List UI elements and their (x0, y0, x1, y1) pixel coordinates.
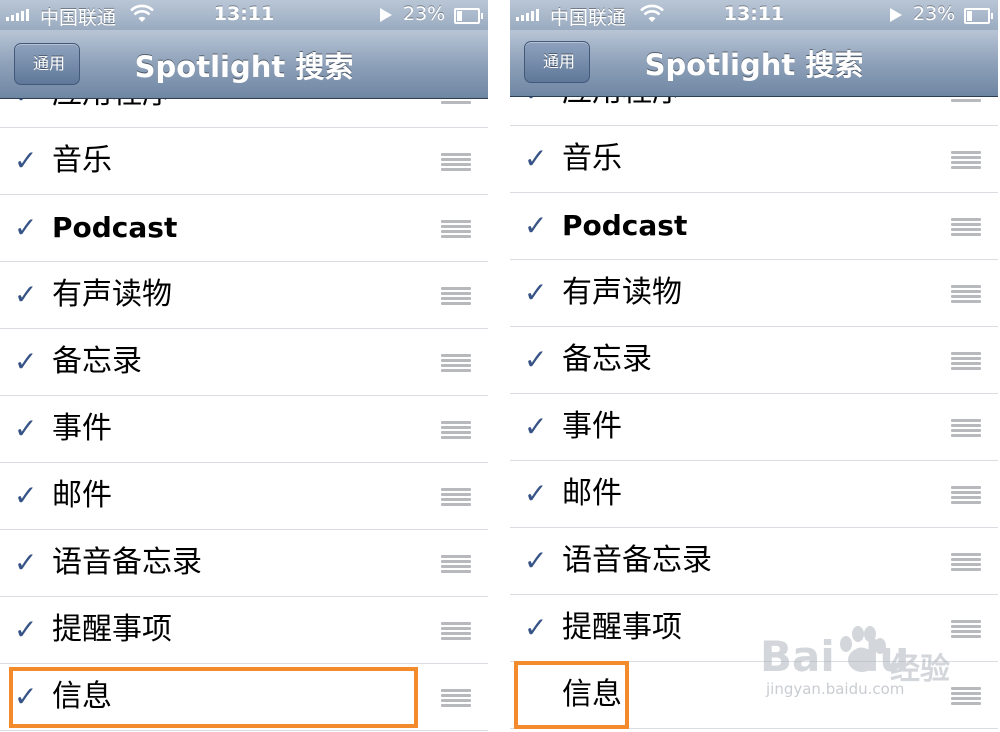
checkmark-icon: ✓ (524, 611, 548, 644)
left-phone-screen: ✓应用程序✓音乐✓Podcast✓有声读物✓备忘录✓事件✓邮件✓语音备忘录✓提醒… (0, 0, 488, 732)
list-item[interactable]: ✓ 有声读物 (510, 260, 998, 327)
baidu-watermark: Bai du 经验 jingyan.baidu.com (760, 622, 960, 712)
checkmark-icon: ✓ (14, 546, 38, 579)
list-item[interactable]: ✓ 备忘录 (0, 329, 488, 396)
list-item-label: 语音备忘录 (562, 543, 712, 578)
list-item-label: 备忘录 (562, 342, 652, 377)
list-item[interactable]: ✓ 音乐 (0, 128, 488, 195)
list-item[interactable]: ✓ 邮件 (510, 461, 998, 528)
checkmark-icon: ✓ (14, 613, 38, 646)
reorder-handle-icon[interactable] (441, 689, 471, 707)
status-bar: 中国联通 13:11 23% (510, 0, 998, 30)
checkmark-icon: ✓ (524, 544, 548, 577)
paw-icon (840, 626, 886, 672)
reorder-handle-icon[interactable] (441, 421, 471, 439)
battery-percentage: 23% (403, 3, 446, 25)
reorder-handle-icon[interactable] (441, 488, 471, 506)
list-item[interactable]: ✓ Podcast (0, 195, 488, 262)
battery-percentage: 23% (913, 3, 956, 25)
checkmark-icon: ✓ (524, 343, 548, 376)
checkmark-icon: ✓ (524, 477, 548, 510)
reorder-handle-icon[interactable] (441, 220, 471, 238)
reorder-handle-icon[interactable] (951, 218, 981, 236)
reorder-handle-icon[interactable] (441, 354, 471, 372)
page-title: Spotlight 搜索 (644, 48, 864, 82)
checkmark-icon: ✓ (14, 278, 38, 311)
reorder-handle-icon[interactable] (951, 352, 981, 370)
reorder-handle-icon[interactable] (441, 153, 471, 171)
list-item[interactable]: ✓ 提醒事项 (0, 597, 488, 664)
list-item-label: 提醒事项 (562, 610, 682, 645)
watermark-url: jingyan.baidu.com (766, 680, 905, 698)
list-item-label: 邮件 (52, 478, 112, 513)
highlight-box (514, 661, 629, 729)
play-icon (380, 8, 392, 22)
navigation-bar: 通用 Spotlight 搜索 (0, 30, 488, 99)
checkmark-icon: ✓ (524, 276, 548, 309)
list-item-label: 音乐 (562, 141, 622, 176)
reorder-handle-icon[interactable] (951, 419, 981, 437)
reorder-handle-icon[interactable] (441, 555, 471, 573)
status-bar: 中国联通 13:11 23% (0, 0, 488, 30)
list-item-label: Podcast (562, 209, 688, 242)
checkmark-icon: ✓ (14, 144, 38, 177)
divider (488, 0, 510, 732)
list-item-label: 邮件 (562, 476, 622, 511)
checkmark-icon: ✓ (14, 479, 38, 512)
list-item[interactable]: ✓ 语音备忘录 (510, 528, 998, 595)
list-item-label: 备忘录 (52, 344, 142, 379)
checkmark-icon: ✓ (524, 410, 548, 443)
checkmark-icon: ✓ (14, 412, 38, 445)
reorder-handle-icon[interactable] (441, 287, 471, 305)
checkmark-icon: ✓ (14, 345, 38, 378)
reorder-handle-icon[interactable] (441, 622, 471, 640)
list-item-label: Podcast (52, 211, 178, 244)
play-icon (890, 8, 902, 22)
list-item[interactable]: ✓ 备忘录 (510, 327, 998, 394)
checkmark-icon: ✓ (14, 211, 38, 244)
list-item[interactable]: ✓ 有声读物 (0, 262, 488, 329)
list-item[interactable]: ✓ 事件 (510, 394, 998, 461)
reorder-handle-icon[interactable] (951, 553, 981, 571)
list-item[interactable]: ✓ Podcast (510, 193, 998, 260)
reorder-handle-icon[interactable] (951, 151, 981, 169)
list-item-label: 有声读物 (562, 275, 682, 310)
spotlight-list: ✓应用程序✓音乐✓Podcast✓有声读物✓备忘录✓事件✓邮件✓语音备忘录✓提醒… (0, 61, 488, 731)
list-item[interactable]: ✓ 语音备忘录 (0, 530, 488, 597)
reorder-handle-icon[interactable] (951, 285, 981, 303)
list-item[interactable]: ✓ 音乐 (510, 126, 998, 193)
highlight-box (9, 667, 418, 728)
page-title: Spotlight 搜索 (134, 50, 354, 84)
list-item-label: 有声读物 (52, 277, 172, 312)
reorder-handle-icon[interactable] (951, 486, 981, 504)
list-item[interactable]: ✓ 事件 (0, 396, 488, 463)
list-item-label: 音乐 (52, 143, 112, 178)
list-item[interactable]: ✓ 邮件 (0, 463, 488, 530)
navigation-bar: 通用 Spotlight 搜索 (510, 30, 998, 97)
list-item-label: 语音备忘录 (52, 545, 202, 580)
battery-icon (964, 8, 993, 24)
checkmark-icon: ✓ (524, 142, 548, 175)
list-item-label: 事件 (52, 411, 112, 446)
list-item-label: 提醒事项 (52, 612, 172, 647)
battery-icon (454, 8, 483, 24)
checkmark-icon: ✓ (524, 209, 548, 242)
list-item-label: 事件 (562, 409, 622, 444)
